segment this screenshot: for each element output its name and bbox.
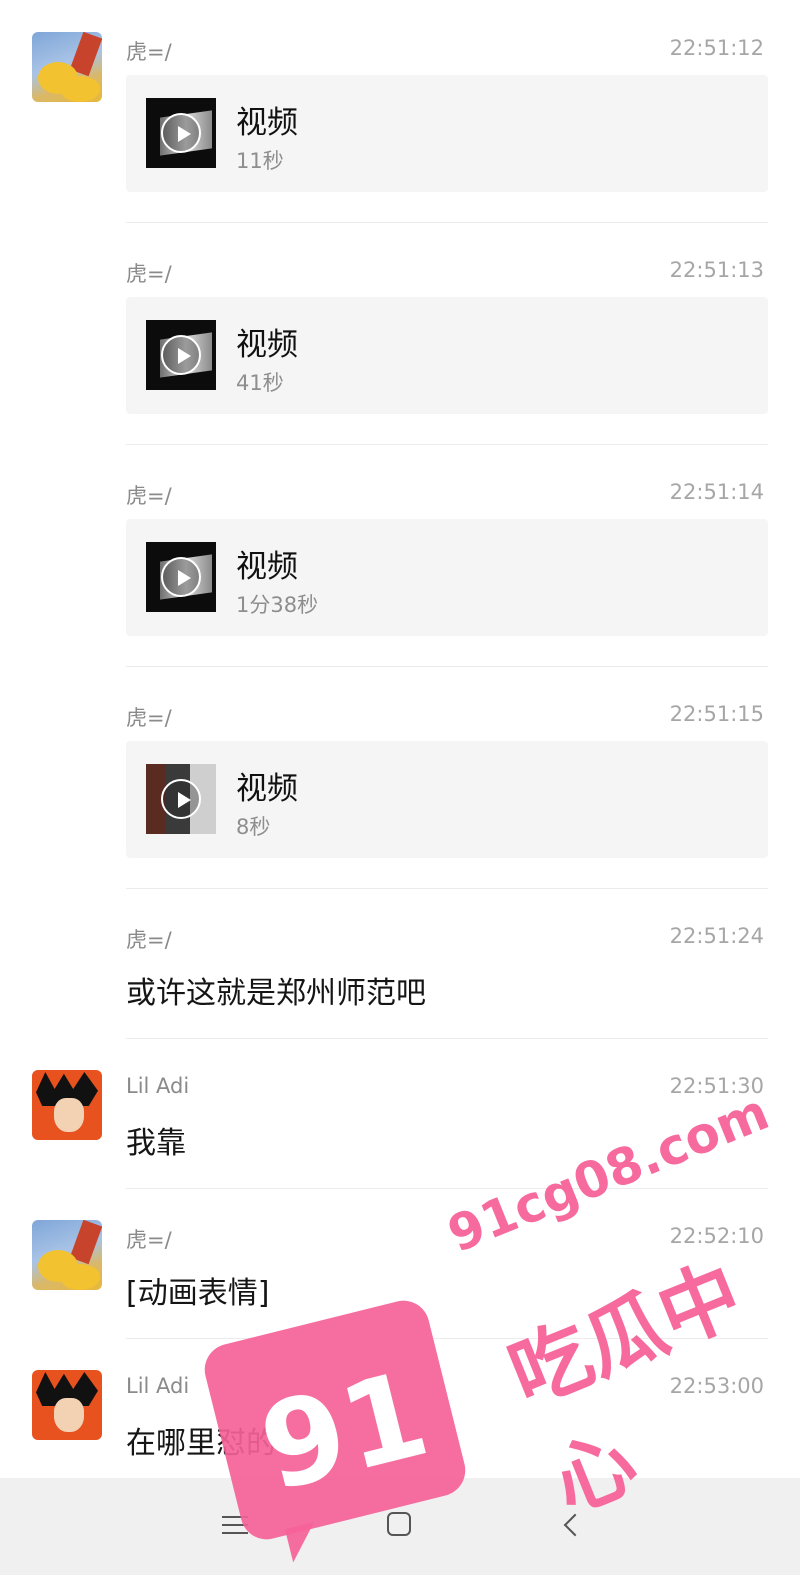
- divider: [126, 888, 768, 889]
- video-card[interactable]: 视频 8秒: [126, 741, 768, 858]
- message-time: 22:51:30: [669, 1074, 764, 1098]
- pooh-avatar[interactable]: [32, 32, 102, 102]
- back-icon[interactable]: [560, 1514, 582, 1536]
- sender-name: 虎=/: [126, 706, 172, 730]
- goku-avatar[interactable]: [32, 1370, 102, 1440]
- message-time: 22:51:13: [669, 258, 764, 282]
- message-text[interactable]: [动画表情]: [126, 1268, 269, 1312]
- video-duration: 11秒: [236, 149, 284, 173]
- message-time: 22:51:12: [669, 36, 764, 60]
- message-time: 22:53:00: [669, 1374, 764, 1398]
- home-icon[interactable]: [387, 1512, 411, 1536]
- divider: [126, 1038, 768, 1039]
- message-text[interactable]: 在哪里怼的: [126, 1418, 276, 1462]
- play-icon: [161, 779, 201, 819]
- video-duration: 1分38秒: [236, 593, 319, 617]
- video-duration: 41秒: [236, 371, 284, 395]
- play-icon: [161, 557, 201, 597]
- sender-name: 虎=/: [126, 40, 172, 64]
- video-thumbnail: [146, 320, 216, 390]
- sender-name: 虎=/: [126, 484, 172, 508]
- video-title: 视频: [236, 105, 298, 141]
- goku-avatar[interactable]: [32, 1070, 102, 1140]
- sender-name: Lil Adi: [126, 1374, 190, 1398]
- sender-name: 虎=/: [126, 262, 172, 286]
- message-time: 22:51:24: [669, 924, 764, 948]
- divider: [126, 1188, 768, 1189]
- divider: [126, 666, 768, 667]
- video-title: 视频: [236, 327, 298, 363]
- video-thumbnail: [146, 764, 216, 834]
- play-icon: [161, 335, 201, 375]
- message-time: 22:51:14: [669, 480, 764, 504]
- video-title: 视频: [236, 549, 298, 585]
- message-time: 22:52:10: [669, 1224, 764, 1248]
- video-title: 视频: [236, 771, 298, 807]
- sender-name: 虎=/: [126, 928, 172, 952]
- video-duration: 8秒: [236, 815, 271, 839]
- video-card[interactable]: 视频 11秒: [126, 75, 768, 192]
- video-card[interactable]: 视频 41秒: [126, 297, 768, 414]
- message-text[interactable]: 或许这就是郑州师范吧: [126, 968, 426, 1012]
- play-icon: [161, 113, 201, 153]
- system-navbar: [0, 1478, 800, 1575]
- video-card[interactable]: 视频 1分38秒: [126, 519, 768, 636]
- message-time: 22:51:15: [669, 702, 764, 726]
- divider: [126, 444, 768, 445]
- sender-name: Lil Adi: [126, 1074, 190, 1098]
- video-thumbnail: [146, 98, 216, 168]
- sender-name: 虎=/: [126, 1228, 172, 1252]
- pooh-avatar[interactable]: [32, 1220, 102, 1290]
- divider: [126, 222, 768, 223]
- message-text[interactable]: 我靠: [126, 1118, 186, 1162]
- divider: [126, 1338, 768, 1339]
- menu-icon[interactable]: [222, 1514, 248, 1536]
- video-thumbnail: [146, 542, 216, 612]
